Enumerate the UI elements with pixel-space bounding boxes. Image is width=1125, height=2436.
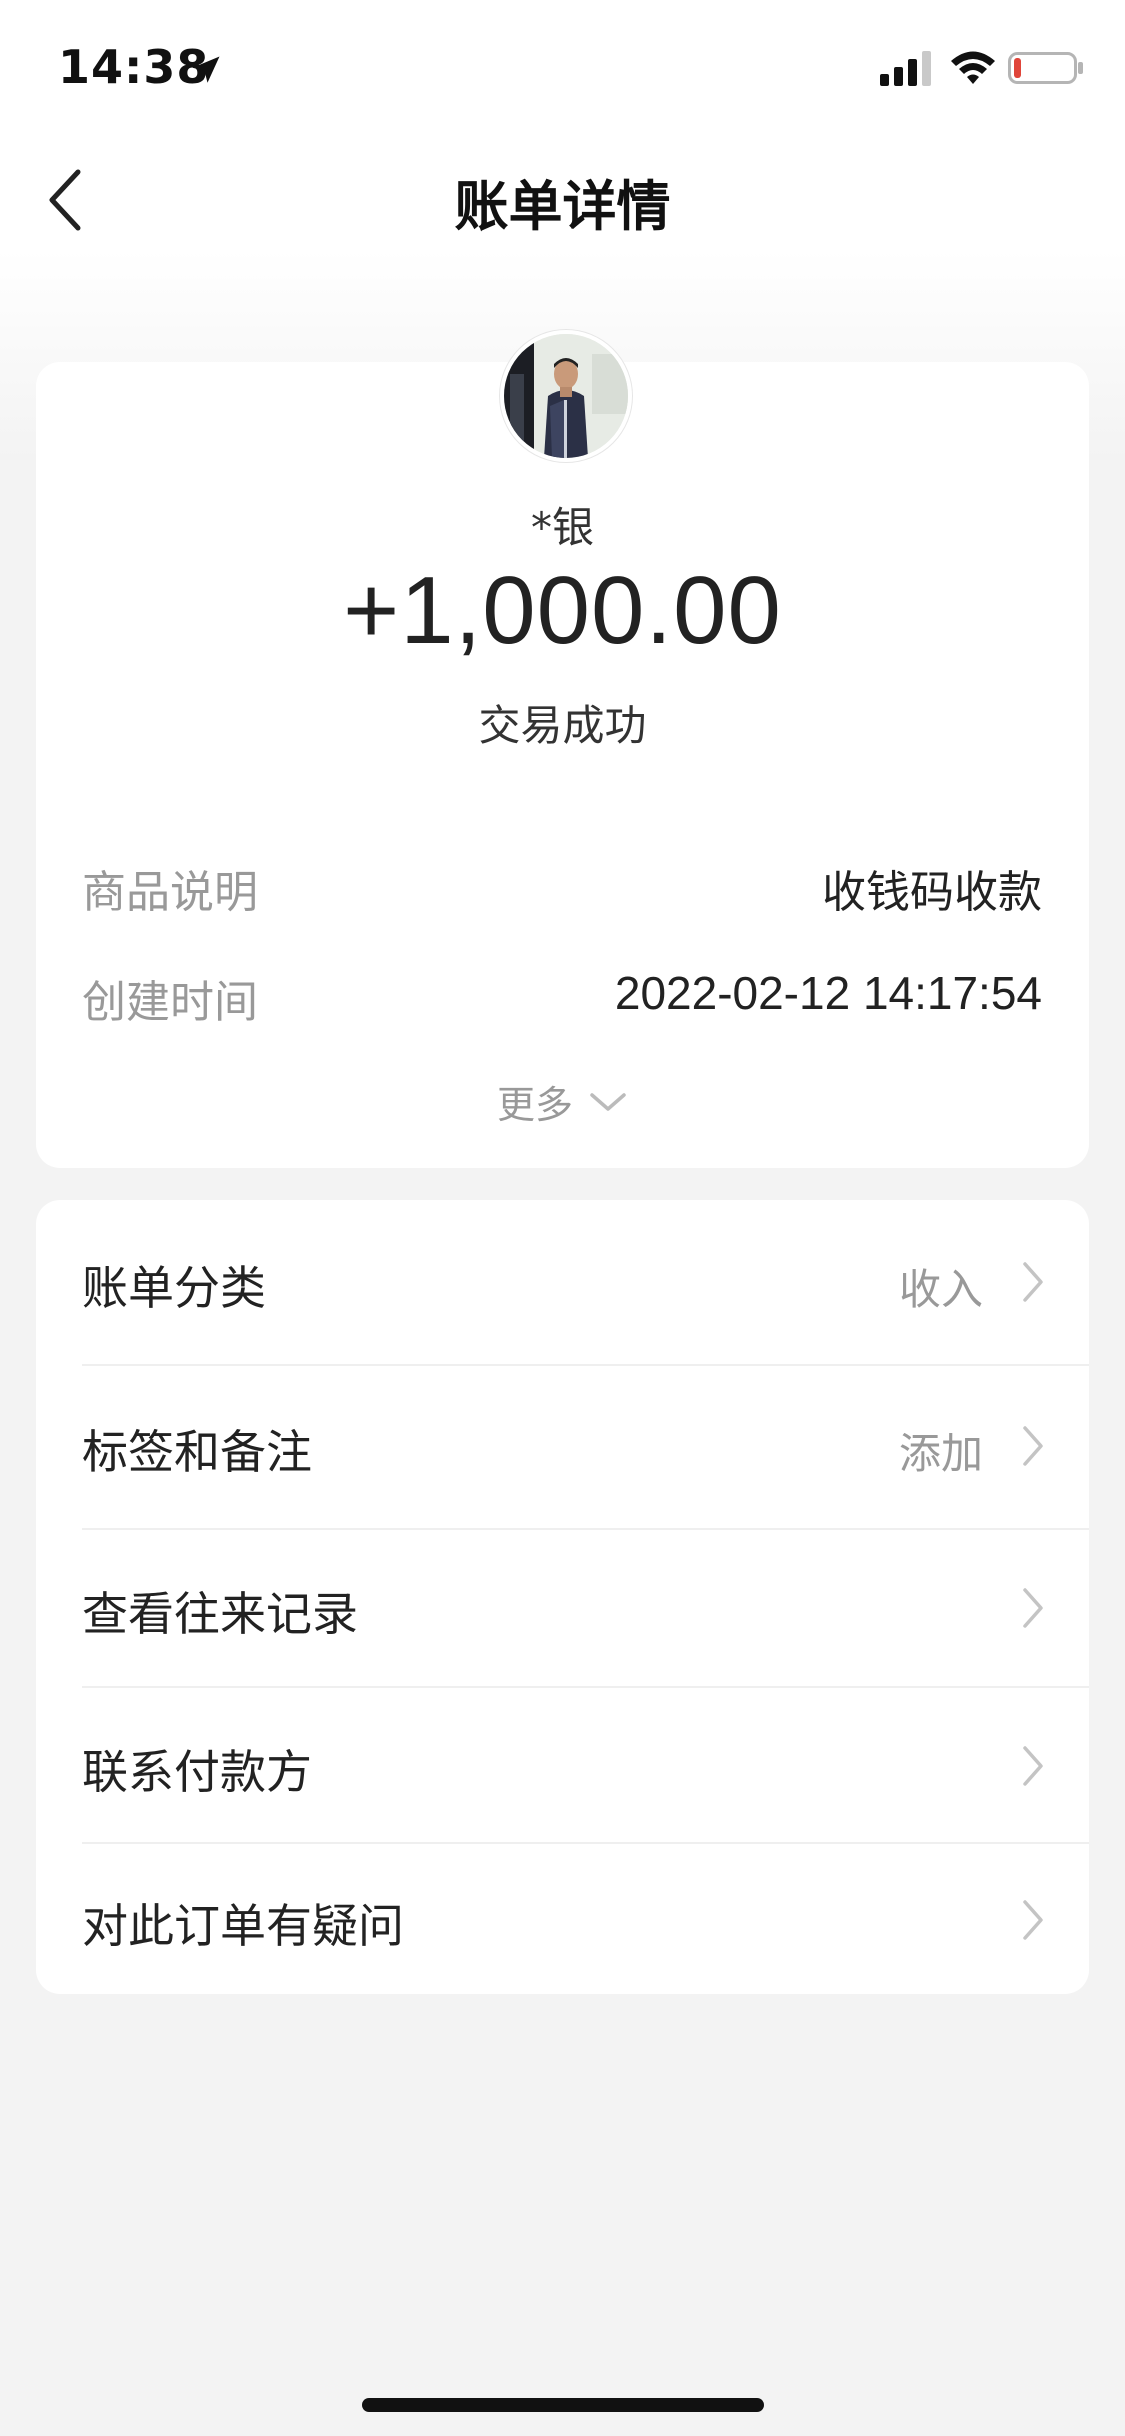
wifi-icon (951, 51, 995, 84)
page-title: 账单详情 (454, 175, 671, 238)
cellular-signal-icon (880, 51, 931, 86)
menu-item-label: 联系付款方 (82, 1745, 312, 1799)
status-bar: 14:38 (0, 0, 1125, 135)
detail-label: 商品说明 (82, 867, 258, 918)
chevron-right-icon (1023, 1746, 1043, 1786)
transaction-status: 交易成功 (478, 701, 647, 750)
chevron-right-icon (1023, 1900, 1043, 1940)
detail-row-product-description: 商品说明 收钱码收款 (82, 856, 1042, 918)
chevron-right-icon (1023, 1262, 1043, 1302)
menu-item-contact-payer[interactable]: 联系付款方 (36, 1688, 1089, 1842)
menu-item-label: 标签和备注 (82, 1425, 312, 1479)
chevron-right-icon (1023, 1426, 1043, 1466)
detail-value: 收钱码收款 (822, 867, 1042, 918)
location-arrow-icon (192, 56, 220, 83)
detail-value: 2022-02-12 14:17:54 (614, 967, 1042, 1019)
navigation-bar: 账单详情 (0, 140, 1125, 260)
menu-item-order-question[interactable]: 对此订单有疑问 (36, 1844, 1089, 1994)
home-indicator (362, 2398, 764, 2412)
chevron-down-icon (590, 1092, 626, 1111)
more-details-button[interactable]: 更多 (0, 1074, 1125, 1129)
payer-name: *银 (530, 503, 594, 552)
menu-item-bill-category[interactable]: 账单分类 收入 (36, 1200, 1089, 1364)
menu-item-label: 账单分类 (82, 1261, 266, 1315)
chevron-right-icon (1023, 1588, 1043, 1628)
status-time: 14:38 (58, 40, 210, 94)
more-label: 更多 (496, 1083, 573, 1127)
transaction-amount: +1,000.00 (343, 557, 782, 664)
menu-item-label: 查看往来记录 (82, 1587, 358, 1641)
menu-item-label: 对此订单有疑问 (82, 1899, 404, 1953)
detail-label: 创建时间 (82, 977, 258, 1028)
avatar-photo (504, 334, 628, 458)
menu-item-view-history[interactable]: 查看往来记录 (36, 1530, 1089, 1686)
battery-low-icon (1008, 52, 1083, 84)
transaction-summary-card (36, 362, 1089, 1168)
menu-item-value: 添加 (898, 1429, 983, 1478)
menu-item-value: 收入 (898, 1265, 983, 1314)
menu-item-tags-and-notes[interactable]: 标签和备注 添加 (36, 1366, 1089, 1528)
detail-row-created-time: 创建时间 2022-02-12 14:17:54 (82, 966, 1042, 1028)
payer-avatar[interactable] (500, 330, 632, 462)
